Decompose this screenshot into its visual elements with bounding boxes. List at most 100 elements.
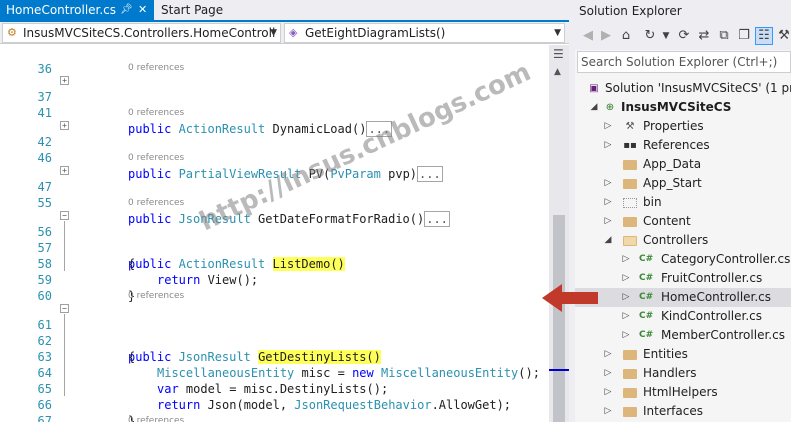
code-line: 47 + public JsonResult GetDateFormatForR… xyxy=(0,163,548,227)
code-line: 60 xyxy=(0,272,548,303)
expand-icon[interactable]: + xyxy=(60,166,69,175)
forward-icon[interactable]: ▶ xyxy=(597,27,615,45)
tree-item-bin[interactable]: ▷ bin xyxy=(575,193,791,212)
collapse-icon[interactable]: − xyxy=(60,211,69,220)
tree-item-label: App_Data xyxy=(643,157,702,171)
split-icon[interactable]: ☰ xyxy=(553,47,564,61)
collapsed-icon[interactable]: ▷ xyxy=(603,193,613,212)
collapse-icon[interactable]: − xyxy=(60,304,69,313)
tree-item-fruit-controller[interactable]: ▷ C# FruitController.cs xyxy=(575,269,791,288)
tree-item-label: Solution 'InsusMVCSiteCS' (1 pr xyxy=(605,81,791,95)
tree-item-label: Content xyxy=(643,214,691,228)
code-line: 37 + public ActionResult DynamicLoad()..… xyxy=(0,73,548,137)
search-input[interactable]: Search Solution Explorer (Ctrl+;) xyxy=(577,51,791,73)
back-icon[interactable]: ◀ xyxy=(579,27,597,45)
tree-item-references[interactable]: ▷ ▪▪ References xyxy=(575,136,791,155)
fold-guide xyxy=(64,221,65,271)
tree-item-interfaces[interactable]: ▷ Interfaces xyxy=(575,402,791,421)
wrench-icon[interactable]: ⚒ xyxy=(775,27,791,45)
expand-icon[interactable]: + xyxy=(60,76,69,85)
expanded-icon[interactable]: ◢ xyxy=(603,231,613,250)
refresh-icon[interactable]: ⟳ xyxy=(675,27,693,45)
tree-item-content[interactable]: ▷ Content xyxy=(575,212,791,231)
code-area[interactable]: 36 0 references 37 + public ActionResult… xyxy=(0,45,548,422)
code-line: 56 − public ActionResult ListDemo() xyxy=(0,208,548,271)
collapsed-icon[interactable]: ▷ xyxy=(603,364,613,383)
tree-item-home-controller[interactable]: ▷ C# HomeController.cs xyxy=(575,288,791,307)
collapse-all-icon[interactable]: ⧉ xyxy=(715,27,733,45)
expand-icon[interactable]: + xyxy=(60,121,69,130)
tree-item-label: Controllers xyxy=(643,233,709,247)
collapsed-icon[interactable]: ▷ xyxy=(603,402,613,421)
collapsed-icon[interactable]: ▷ xyxy=(621,288,631,307)
tab-start-page[interactable]: Start Page xyxy=(155,0,255,20)
show-all-files-icon[interactable]: ☷ xyxy=(755,27,773,45)
scroll-up-icon[interactable]: ▲ xyxy=(554,67,561,77)
tree-item-label: References xyxy=(643,138,710,152)
chevron-down-icon[interactable]: ▼ xyxy=(657,27,675,45)
pin-icon[interactable]: 📌︎ xyxy=(120,0,133,20)
tree-item-app-data[interactable]: App_Data xyxy=(575,155,791,174)
tree-item-category-controller[interactable]: ▷ C# CategoryController.cs xyxy=(575,250,791,269)
tree-item-label: App_Start xyxy=(643,176,702,190)
class-dropdown[interactable]: ⚙ InsusMVCSiteCS.Controllers.HomeControl… xyxy=(2,23,281,43)
web-project-icon: ⊕ xyxy=(605,102,615,113)
solution-explorer: Solution Explorer ◀ ▶ ⌂ ↻ ▼ ⟳ ⇄ ⧉ ❐ ☷ ⚒ … xyxy=(575,0,791,422)
expanded-icon[interactable]: ◢ xyxy=(589,98,599,117)
close-icon[interactable]: ✕ xyxy=(138,0,147,20)
home-icon[interactable]: ⌂ xyxy=(617,27,635,45)
collapsed-icon[interactable]: ▷ xyxy=(603,212,613,231)
member-dropdown[interactable]: ◈ GetEightDiagramLists() ▼ xyxy=(284,23,565,43)
tree-item-member-controller[interactable]: ▷ C# MemberController.cs xyxy=(575,326,791,345)
folder-icon xyxy=(623,350,637,360)
tree-item-project[interactable]: ◢ ⊕ InsusMVCSiteCS xyxy=(575,98,791,117)
tree-item-label: HomeController.cs xyxy=(661,290,772,304)
tree-item-htmlhelpers[interactable]: ▷ HtmlHelpers xyxy=(575,383,791,402)
code-line: 58 return View(); xyxy=(0,240,548,287)
document-tab-bar: HomeController.cs 📌︎ ✕ Start Page xyxy=(0,0,569,22)
collapsed-icon[interactable]: ▷ xyxy=(621,250,631,269)
collapsed-icon[interactable]: ▷ xyxy=(603,136,613,155)
scrollbar-thumb[interactable] xyxy=(553,215,565,422)
tree-item-kind-controller[interactable]: ▷ C# KindController.cs xyxy=(575,307,791,326)
tree-item-controllers[interactable]: ◢ Controllers xyxy=(575,231,791,250)
tree-item-label: Properties xyxy=(643,119,704,133)
folder-icon xyxy=(623,160,637,170)
collapsed-icon[interactable]: ▷ xyxy=(603,345,613,364)
code-line: 36 xyxy=(0,45,548,76)
method-icon: ◈ xyxy=(289,26,298,39)
codelens-references[interactable]: 0 references xyxy=(128,415,184,422)
tree-item-handlers[interactable]: ▷ Handlers xyxy=(575,364,791,383)
solution-icon: ▣ xyxy=(589,83,599,94)
solution-explorer-title: Solution Explorer xyxy=(575,0,791,22)
tree-item-label: Interfaces xyxy=(643,404,703,418)
code-line: 57 { xyxy=(0,224,548,271)
collapsed-icon[interactable]: ▷ xyxy=(603,117,613,136)
collapsed-icon[interactable]: ▷ xyxy=(621,307,631,326)
tree-item-solution[interactable]: ▣ Solution 'InsusMVCSiteCS' (1 pr xyxy=(575,79,791,98)
tab-homecontroller[interactable]: HomeController.cs 📌︎ ✕ xyxy=(0,0,154,20)
csharp-file-icon: C# xyxy=(639,311,654,321)
collapsed-icon[interactable]: ▷ xyxy=(621,269,631,288)
collapsed-icon[interactable]: ▷ xyxy=(603,383,613,402)
sync-icon[interactable]: ⇄ xyxy=(695,27,713,45)
folder-icon xyxy=(623,407,637,417)
code-line: 46 xyxy=(0,134,548,165)
tree-item-label: FruitController.cs xyxy=(661,271,763,285)
tree-item-properties[interactable]: ▷ ⚒ Properties xyxy=(575,117,791,136)
open-folder-icon xyxy=(623,236,637,246)
csharp-file-icon: C# xyxy=(639,292,654,302)
tree-item-label: Handlers xyxy=(643,366,697,380)
vertical-scrollbar[interactable]: ☰ ▲ xyxy=(549,45,569,422)
tree-item-app-start[interactable]: ▷ App_Start xyxy=(575,174,791,193)
wrench-icon: ⚒ xyxy=(625,121,635,132)
chevron-down-icon: ▼ xyxy=(270,28,277,38)
tree-item-entities[interactable]: ▷ Entities xyxy=(575,345,791,364)
code-editor[interactable]: HomeController.cs 📌︎ ✕ Start Page ⚙ Insu… xyxy=(0,0,569,422)
fold-guide xyxy=(64,314,65,396)
code-line: 42 + public PartialViewResult PV(PvParam… xyxy=(0,118,548,182)
tree-item-label: MemberController.cs xyxy=(661,328,785,342)
collapsed-icon[interactable]: ▷ xyxy=(621,326,631,345)
copy-icon[interactable]: ❐ xyxy=(735,27,753,45)
collapsed-icon[interactable]: ▷ xyxy=(603,174,613,193)
